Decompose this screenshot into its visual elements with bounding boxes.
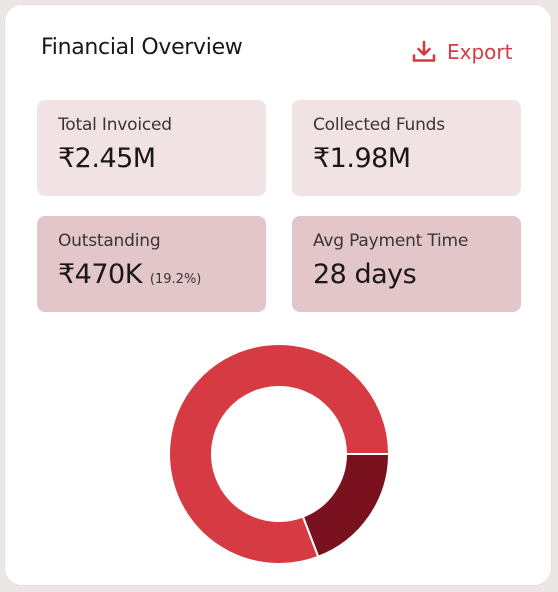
donut-chart bbox=[168, 343, 391, 565]
donut-slice-outstanding[interactable] bbox=[301, 453, 391, 559]
financial-overview-card: Financial Overview Export Total Invoiced… bbox=[4, 4, 552, 586]
